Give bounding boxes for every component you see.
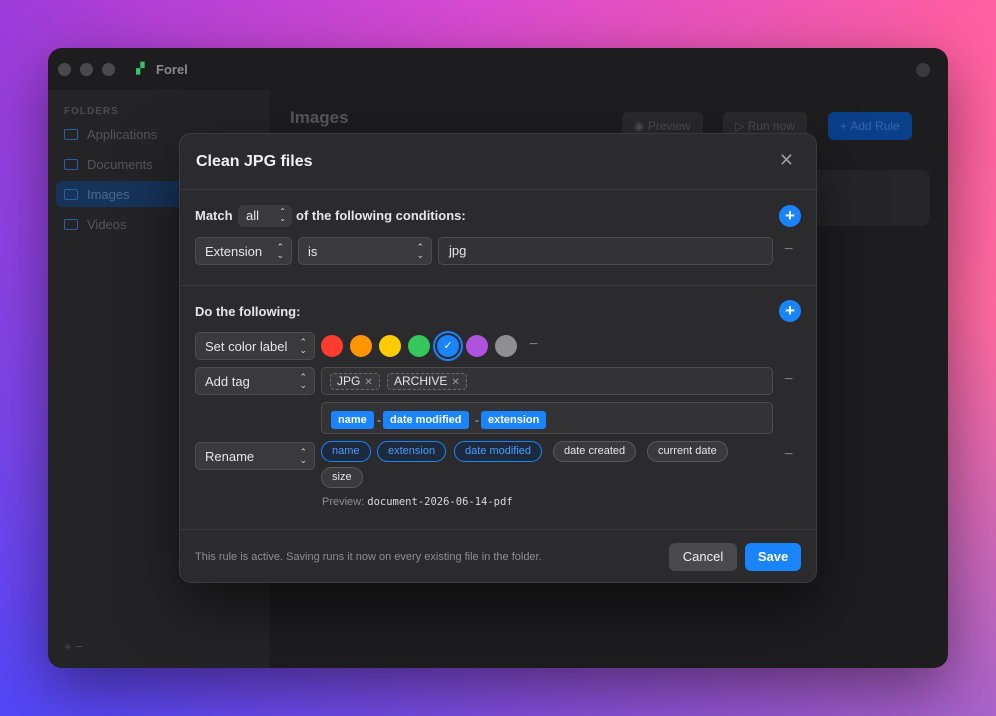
add-action-button[interactable]: + (779, 300, 801, 322)
folder-icon (64, 218, 78, 230)
actions-heading: Do the following: (195, 304, 301, 319)
eye-icon: ◉ (634, 119, 648, 133)
token-option-date-modified[interactable]: date modified (454, 441, 543, 462)
chevron-updown-icon: ⌃ ⌄ (416, 242, 424, 260)
remove-tag-icon[interactable]: ✕ (364, 377, 372, 388)
chevron-updown-icon: ⌃ ⌄ (299, 447, 307, 465)
tag-chip[interactable]: ARCHIVE ✕ (387, 373, 467, 390)
settings-icon[interactable] (916, 63, 930, 77)
close-window-button[interactable] (58, 62, 71, 76)
action-type-select-rename[interactable]: Rename ⌃ ⌄ (195, 442, 315, 470)
close-icon[interactable]: ✕ (779, 151, 794, 169)
sidebar-item-label: Videos (87, 216, 127, 232)
action-type-select-color[interactable]: Set color label ⌃ ⌄ (195, 332, 315, 360)
color-swatch[interactable] (350, 335, 372, 357)
pattern-token[interactable]: extension (481, 411, 547, 429)
color-swatch[interactable] (466, 335, 488, 357)
chevron-updown-icon: ⌃ ⌄ (299, 372, 307, 390)
sidebar-item-label: Images (87, 186, 130, 202)
remove-tag-icon[interactable]: ✕ (451, 377, 459, 388)
token-option-extension[interactable]: extension (377, 441, 447, 462)
app-title: Forel (156, 61, 188, 77)
token-option-name[interactable]: name (321, 441, 371, 462)
pattern-token[interactable]: name (331, 411, 374, 429)
remove-action-button[interactable]: − (784, 372, 793, 388)
page-title: Images (290, 108, 349, 127)
color-swatch[interactable]: ✓ (437, 335, 459, 357)
token-option-current-date[interactable]: current date (647, 441, 728, 462)
remove-condition-button[interactable]: − (784, 242, 793, 258)
minimize-window-button[interactable] (80, 62, 93, 76)
cancel-button[interactable]: Cancel (669, 543, 737, 571)
sidebar-item-label: Documents (87, 156, 153, 172)
footer-note: This rule is active. Saving runs it now … (195, 551, 542, 563)
add-condition-button[interactable]: + (779, 205, 801, 227)
pattern-separator: - (377, 413, 381, 427)
color-swatch[interactable] (321, 335, 343, 357)
color-swatch[interactable] (495, 335, 517, 357)
color-swatch[interactable] (379, 335, 401, 357)
match-mode-select[interactable]: all ⌃ ⌄ (238, 205, 292, 227)
chevron-updown-icon: ⌃ ⌄ (276, 242, 284, 260)
remove-action-button[interactable]: − (784, 447, 793, 463)
folder-icon (64, 128, 78, 140)
sidebar-add-remove-buttons[interactable]: + − (64, 639, 83, 654)
tag-input[interactable]: JPG ✕ ARCHIVE ✕ (321, 367, 773, 395)
pattern-token[interactable]: date modified (383, 411, 469, 429)
color-swatch[interactable] (408, 335, 430, 357)
match-suffix-label: of the following conditions: (296, 208, 466, 223)
save-button[interactable]: Save (745, 543, 801, 571)
title-bar: ▞ Forel (48, 48, 948, 90)
condition-operator-select[interactable]: is ⌃ ⌄ (298, 237, 432, 265)
add-rule-button[interactable]: + Add Rule (828, 112, 912, 140)
token-option-date-created[interactable]: date created (553, 441, 637, 462)
sidebar-item-label: Applications (87, 126, 158, 142)
dialog-header: Clean JPG files ✕ (180, 134, 816, 190)
condition-value-input[interactable]: jpg (438, 237, 773, 265)
preview-filename: document-2026-06-14-pdf (367, 496, 513, 508)
chevron-updown-icon: ⌃ ⌄ (279, 207, 286, 223)
checkmark-icon: ✓ (443, 340, 453, 352)
action-type-select-tag[interactable]: Add tag ⌃ ⌄ (195, 367, 315, 395)
rename-preview: Preview: document-2026-06-14-pdf (322, 496, 513, 508)
folder-icon (64, 158, 78, 170)
rename-pattern-field[interactable]: name - date modified - extension (321, 402, 773, 434)
plus-icon: + (840, 119, 851, 133)
sidebar-heading: FOLDERS (64, 106, 119, 117)
match-prefix-label: Match (195, 208, 233, 223)
pattern-separator: - (475, 413, 479, 427)
folder-icon (64, 188, 78, 200)
remove-action-button[interactable]: − (529, 337, 538, 353)
tag-chip[interactable]: JPG ✕ (330, 373, 380, 390)
play-icon: ▷ (735, 119, 748, 133)
condition-field-select[interactable]: Extension ⌃ ⌄ (195, 237, 292, 265)
token-option-size[interactable]: size (321, 467, 363, 488)
chevron-updown-icon: ⌃ ⌄ (299, 337, 307, 355)
zoom-window-button[interactable] (102, 62, 115, 76)
app-logo-icon: ▞ (136, 63, 145, 75)
dialog-title: Clean JPG files (196, 153, 313, 170)
